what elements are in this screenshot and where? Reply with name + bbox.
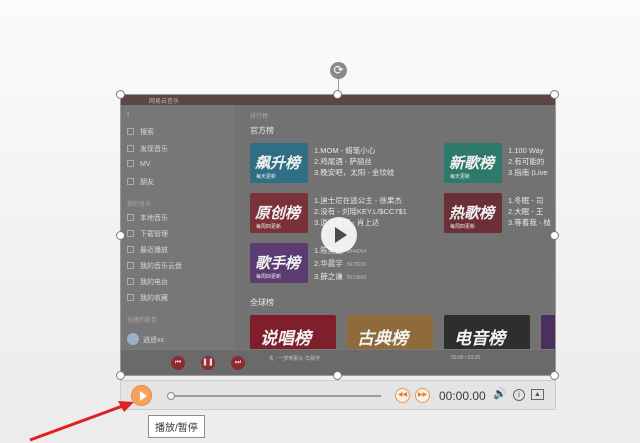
pointer-arrow-icon — [29, 401, 134, 442]
arrow-shaft — [29, 402, 129, 442]
